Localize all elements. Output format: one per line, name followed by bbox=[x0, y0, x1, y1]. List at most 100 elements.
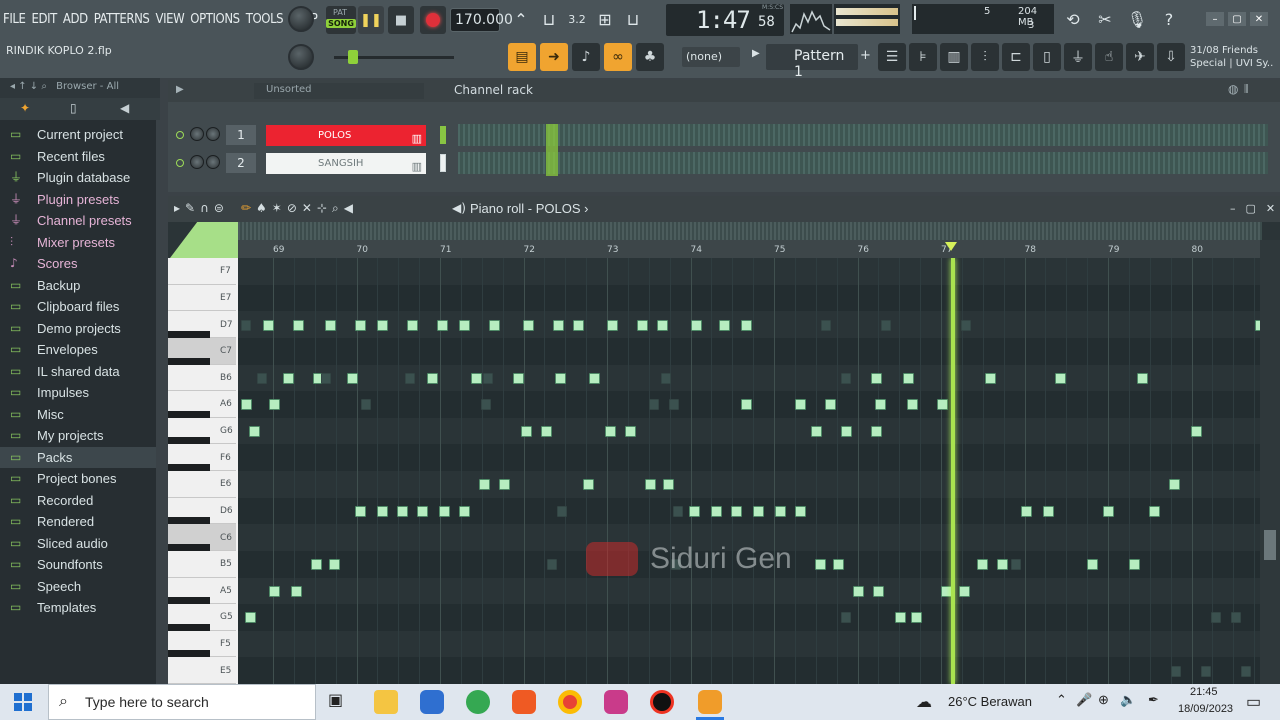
note[interactable] bbox=[753, 505, 764, 517]
note[interactable] bbox=[489, 319, 500, 331]
browser-item[interactable]: ⫶ Mixer presets bbox=[0, 232, 156, 253]
note[interactable] bbox=[911, 612, 922, 624]
channel-1-volume-knob[interactable] bbox=[190, 127, 204, 141]
weather-text[interactable]: 26°C Berawan bbox=[948, 694, 1032, 709]
browser-globe-icon[interactable] bbox=[466, 690, 490, 714]
playback-icon[interactable]: ◀ bbox=[344, 201, 353, 216]
note[interactable] bbox=[841, 426, 852, 438]
channel-1-select[interactable] bbox=[440, 126, 446, 144]
note[interactable] bbox=[293, 319, 304, 331]
bar-ruler[interactable]: 69 70 71 72 73 74 75 76 77 78 79 80 bbox=[238, 240, 1260, 258]
browser-item[interactable]: ▭ Misc bbox=[0, 404, 156, 425]
browser-item[interactable]: ▭ Clipboard files bbox=[0, 296, 156, 317]
volume-icon[interactable]: 🔈 bbox=[1120, 692, 1136, 708]
vpn-shield-icon[interactable] bbox=[420, 690, 444, 714]
browser-icon[interactable]: ⊏ bbox=[1002, 43, 1030, 71]
note[interactable] bbox=[711, 505, 722, 517]
notification-icon[interactable]: ▭ bbox=[1246, 692, 1261, 712]
pattern-prev-icon[interactable]: ▶ bbox=[752, 48, 760, 59]
pencil-icon[interactable]: ✏ bbox=[241, 201, 251, 216]
browser-item[interactable]: ▭ IL shared data bbox=[0, 361, 156, 382]
channel-2-volume-knob[interactable] bbox=[190, 155, 204, 169]
note[interactable] bbox=[825, 399, 836, 411]
brave-icon[interactable] bbox=[512, 690, 536, 714]
note[interactable] bbox=[377, 505, 388, 517]
browser-item[interactable]: ▭ Backup bbox=[0, 275, 156, 296]
note[interactable] bbox=[459, 505, 470, 517]
browser-item[interactable]: ▭ Recorded bbox=[0, 490, 156, 511]
note[interactable] bbox=[325, 319, 336, 331]
browser-item[interactable]: ♪ Scores bbox=[0, 253, 156, 274]
stream-icon[interactable]: ✈ bbox=[1126, 43, 1154, 71]
stop-button[interactable]: ■ bbox=[388, 6, 414, 34]
note[interactable] bbox=[553, 319, 564, 331]
channel-2-select[interactable] bbox=[440, 154, 446, 172]
note[interactable] bbox=[907, 399, 918, 411]
piano-roll-overview-scrollbar[interactable] bbox=[238, 222, 1262, 240]
menu-view[interactable]: VIEW bbox=[152, 12, 187, 27]
record-app-icon[interactable] bbox=[650, 690, 674, 714]
swing-knob-icon[interactable]: ◍ bbox=[1228, 82, 1238, 96]
speaker-icon[interactable]: ◀) bbox=[452, 201, 466, 215]
note[interactable] bbox=[263, 319, 274, 331]
magnet-icon[interactable]: ∩ bbox=[200, 201, 209, 216]
note[interactable] bbox=[459, 319, 470, 331]
browser-item[interactable]: ⏚ Channel presets bbox=[0, 210, 156, 231]
note[interactable] bbox=[427, 372, 438, 384]
browser-item[interactable]: ▭ Project bones bbox=[0, 468, 156, 489]
note[interactable] bbox=[1103, 505, 1114, 517]
minimize-icon[interactable]: – bbox=[1206, 12, 1224, 26]
note[interactable] bbox=[741, 399, 752, 411]
help-icon[interactable]: ? bbox=[1156, 6, 1182, 32]
note[interactable] bbox=[657, 319, 668, 331]
stamp-icon[interactable]: ⊜ bbox=[214, 201, 224, 216]
song-mode-toggle[interactable]: PAT SONG bbox=[326, 6, 356, 34]
maximize-icon[interactable]: ▢ bbox=[1228, 12, 1246, 26]
filter-group-selector[interactable]: Unsorted bbox=[254, 83, 424, 99]
download-icon[interactable]: ⇩ bbox=[1157, 43, 1185, 71]
note[interactable] bbox=[269, 399, 280, 411]
slide-tool-icon[interactable]: ♪ bbox=[572, 43, 600, 71]
browser-item[interactable]: ▭ Recent files bbox=[0, 146, 156, 167]
slice-icon[interactable]: ✕ bbox=[302, 201, 312, 216]
browser-item[interactable]: ▭ Templates bbox=[0, 597, 156, 618]
menu-options[interactable]: OPTIONS bbox=[187, 12, 242, 27]
note[interactable] bbox=[977, 559, 988, 571]
menu-tools[interactable]: TOOLS bbox=[243, 12, 287, 27]
channel-2-mixer-track[interactable]: 2 bbox=[226, 153, 256, 173]
note[interactable] bbox=[269, 585, 280, 597]
note[interactable] bbox=[719, 319, 730, 331]
microphone-icon[interactable]: 🎙 bbox=[1124, 6, 1150, 32]
note[interactable] bbox=[541, 426, 552, 438]
close-icon[interactable]: ✕ bbox=[1250, 12, 1268, 26]
note[interactable] bbox=[815, 559, 826, 571]
stamp-icon[interactable]: ♣ bbox=[636, 43, 664, 71]
note[interactable] bbox=[741, 319, 752, 331]
task-view-icon[interactable]: ▣ bbox=[328, 690, 352, 714]
note[interactable] bbox=[479, 479, 490, 491]
master-volume-knob[interactable] bbox=[288, 6, 314, 32]
note[interactable] bbox=[437, 319, 448, 331]
note[interactable] bbox=[795, 505, 806, 517]
play-pause-button[interactable]: ❚❚ bbox=[358, 6, 384, 34]
metronome-icon[interactable]: ⌃ bbox=[508, 6, 534, 32]
pen-icon[interactable]: ✒ bbox=[1148, 692, 1159, 708]
note[interactable] bbox=[1169, 479, 1180, 491]
mute-icon[interactable]: ⊘ bbox=[287, 201, 297, 216]
screen-recorder-icon[interactable] bbox=[604, 690, 628, 714]
browser-item[interactable]: ▭ Envelopes bbox=[0, 339, 156, 360]
note[interactable] bbox=[245, 612, 256, 624]
note[interactable] bbox=[1055, 372, 1066, 384]
note[interactable] bbox=[523, 319, 534, 331]
menu-add[interactable]: ADD bbox=[60, 12, 91, 27]
windows-start-icon[interactable] bbox=[14, 693, 32, 711]
channel-2-pan-knob[interactable] bbox=[206, 155, 220, 169]
select-icon[interactable]: ⊹ bbox=[317, 201, 327, 216]
browser-item[interactable]: ▭ Rendered bbox=[0, 511, 156, 532]
note[interactable] bbox=[625, 426, 636, 438]
note-grid[interactable] bbox=[238, 258, 1260, 684]
weather-icon[interactable]: ☁ bbox=[916, 692, 932, 712]
note[interactable] bbox=[959, 585, 970, 597]
note[interactable] bbox=[347, 372, 358, 384]
chevron-up-icon[interactable]: ⌃ bbox=[1056, 692, 1067, 708]
